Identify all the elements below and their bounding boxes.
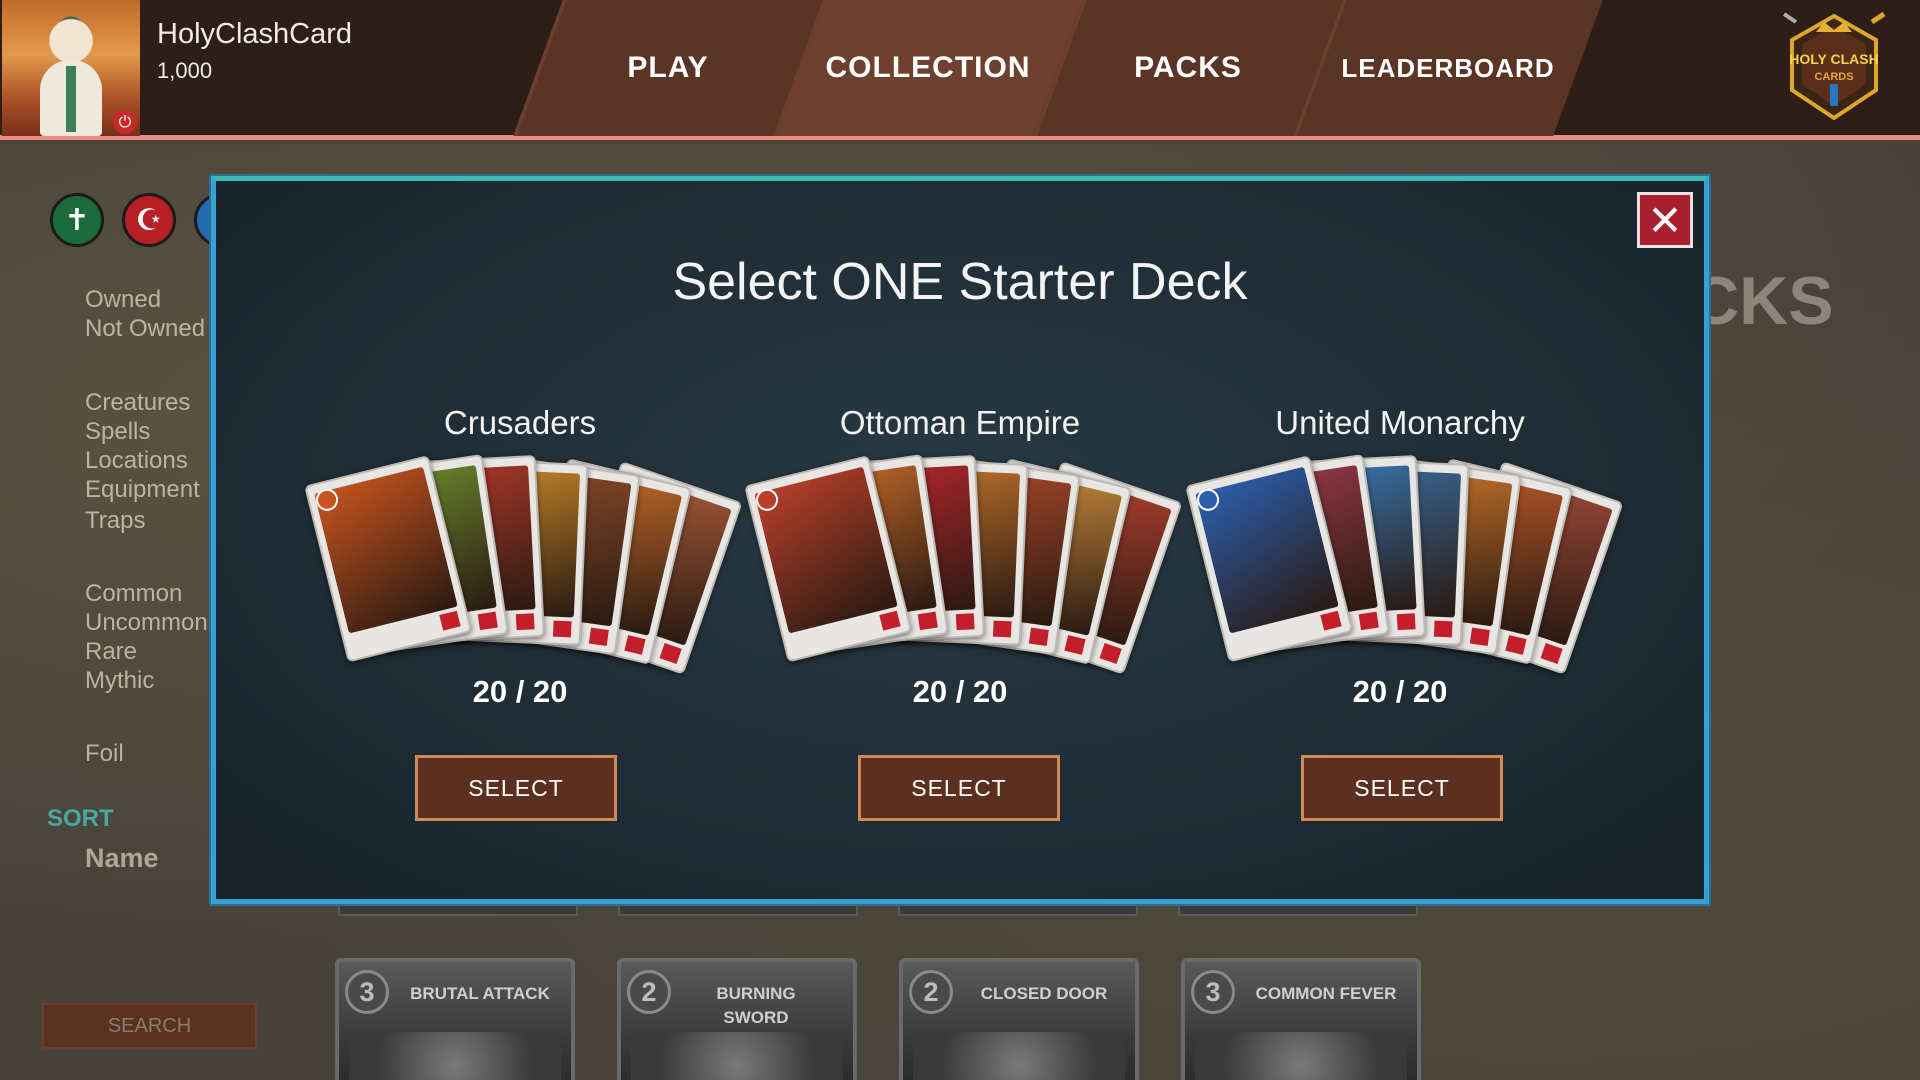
deck-preview-crusaders[interactable]: [304, 448, 743, 688]
filter-rare[interactable]: Rare: [85, 638, 137, 666]
deck-name-ottoman: Ottoman Empire: [839, 404, 1081, 441]
crescent-icon[interactable]: ☪: [122, 193, 176, 247]
card-cost: 2: [627, 970, 671, 1014]
filter-traps[interactable]: Traps: [85, 507, 145, 535]
card-stat-badge: [992, 620, 1012, 638]
power-icon[interactable]: ⏻: [113, 110, 137, 134]
card-name: CLOSED DOOR: [980, 984, 1108, 1003]
card-stat-badge: [1320, 610, 1342, 631]
deck-name-united-monarchy: United Monarchy: [1275, 404, 1525, 441]
card-stat-badge: [955, 613, 975, 631]
deck-count-ottoman: 20 / 20: [912, 674, 1008, 709]
card-art: [754, 466, 898, 634]
card-stat-badge: [588, 627, 609, 646]
filter-foil[interactable]: Foil: [85, 740, 124, 768]
card-name: BURNING SWORD: [716, 984, 796, 1027]
card-stat-badge: [1396, 613, 1416, 631]
close-icon[interactable]: ✕: [1637, 192, 1693, 248]
card-stat-badge: [1358, 611, 1379, 631]
filter-uncommon[interactable]: Uncommon: [85, 609, 208, 637]
card-name: BRUTAL ATTACK: [410, 984, 550, 1003]
card-stat-badge: [552, 620, 572, 638]
filter-owned[interactable]: Owned: [85, 286, 161, 314]
tab-packs[interactable]: PACKS: [1058, 0, 1318, 136]
card-art: [349, 1032, 561, 1080]
card-stat-badge: [879, 610, 901, 631]
player-name: HolyClashCard: [157, 18, 353, 50]
card-art: [631, 1032, 843, 1080]
card-stat-badge: [659, 643, 682, 664]
card-stat-badge: [1099, 643, 1122, 664]
game-logo: HOLY CLASH CARDS: [1782, 12, 1886, 121]
card-cost: 3: [345, 970, 389, 1014]
search-button[interactable]: SEARCH: [42, 1003, 257, 1049]
filter-common[interactable]: Common: [85, 580, 182, 608]
card-stat-badge: [917, 611, 938, 631]
tab-leaderboard[interactable]: LEADERBOARD: [1318, 0, 1578, 136]
deck-preview-united-monarchy[interactable]: [1185, 448, 1624, 688]
card-art: [913, 1032, 1125, 1080]
card-cost: 2: [909, 970, 953, 1014]
deck-name-crusaders: Crusaders: [443, 404, 597, 441]
cross-icon[interactable]: ✝: [50, 193, 104, 247]
collection-card[interactable]: 3 BRUTAL ATTACK: [335, 958, 575, 1080]
collection-card[interactable]: 2 BURNING SWORD: [617, 958, 857, 1080]
logo-text-line1: HOLY CLASH: [1789, 51, 1878, 67]
filter-not-owned[interactable]: Not Owned: [85, 315, 205, 343]
card-stat-badge: [1505, 635, 1527, 655]
card-stat-badge: [515, 613, 535, 631]
top-bar: ⏻ HolyClashCard 1,000 PLAY COLLECTION PA…: [0, 0, 1920, 140]
background-title: CKS: [1690, 263, 1834, 339]
deck-preview-ottoman[interactable]: [744, 448, 1183, 688]
avatar-sash: [66, 66, 76, 132]
card-stat-badge: [1028, 627, 1049, 646]
card-name: COMMON FEVER: [1255, 984, 1397, 1003]
filter-locations[interactable]: Locations: [85, 447, 188, 475]
logo-text-line2: CARDS: [1814, 71, 1853, 83]
card-art: [1195, 1032, 1407, 1080]
tab-collection[interactable]: COLLECTION: [798, 0, 1058, 136]
sort-label: SORT: [47, 805, 114, 832]
select-crusaders-button[interactable]: SELECT: [415, 755, 617, 821]
card-art: [1195, 466, 1339, 634]
filter-equipment[interactable]: Equipment: [85, 476, 200, 504]
card-stat-badge: [1540, 643, 1563, 664]
avatar[interactable]: ⏻: [2, 0, 140, 136]
deck-count-united-monarchy: 20 / 20: [1352, 674, 1448, 709]
card-stat-badge: [1469, 627, 1490, 646]
select-united-monarchy-button[interactable]: SELECT: [1301, 755, 1503, 821]
sort-option-name[interactable]: Name: [85, 843, 159, 874]
card-stat-badge: [1433, 620, 1453, 638]
modal-title: Select ONE Starter Deck: [672, 253, 1248, 311]
collection-card[interactable]: 3 COMMON FEVER: [1181, 958, 1421, 1080]
deck-count-crusaders: 20 / 20: [472, 674, 568, 709]
card-stat-badge: [477, 611, 498, 631]
card-stat-badge: [624, 635, 646, 655]
filter-spells[interactable]: Spells: [85, 418, 150, 446]
card-cost: 3: [1191, 970, 1235, 1014]
player-coins: 1,000: [157, 58, 213, 83]
filter-mythic[interactable]: Mythic: [85, 667, 154, 695]
card-stat-badge: [439, 610, 461, 631]
tab-play[interactable]: PLAY: [538, 0, 798, 136]
filter-creatures[interactable]: Creatures: [85, 389, 190, 417]
collection-card[interactable]: 2 CLOSED DOOR: [899, 958, 1139, 1080]
card-art: [314, 466, 458, 634]
card-stat-badge: [1064, 635, 1086, 655]
select-ottoman-button[interactable]: SELECT: [858, 755, 1060, 821]
